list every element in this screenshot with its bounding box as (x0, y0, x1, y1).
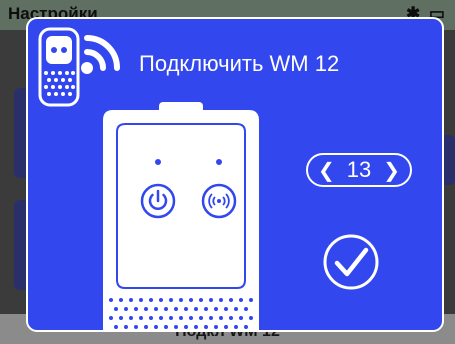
chevron-right-icon[interactable]: ❯ (383, 160, 400, 180)
wireless-signal-icon[interactable] (200, 182, 238, 220)
channel-value: 13 (346, 157, 372, 182)
wireless-device-icon (38, 27, 120, 107)
channel-stepper[interactable]: ❮ 13 ❯ (306, 153, 412, 187)
connect-dialog: Подключить WM 12 ❮ 13 ❯ (26, 17, 444, 332)
dialog-title: Подключить WM 12 (139, 51, 340, 76)
device-illustration (103, 102, 259, 330)
chevron-left-icon[interactable]: ❮ (318, 160, 335, 180)
confirm-button[interactable] (322, 233, 380, 291)
power-icon[interactable] (139, 182, 177, 220)
checkmark-icon (334, 247, 369, 277)
